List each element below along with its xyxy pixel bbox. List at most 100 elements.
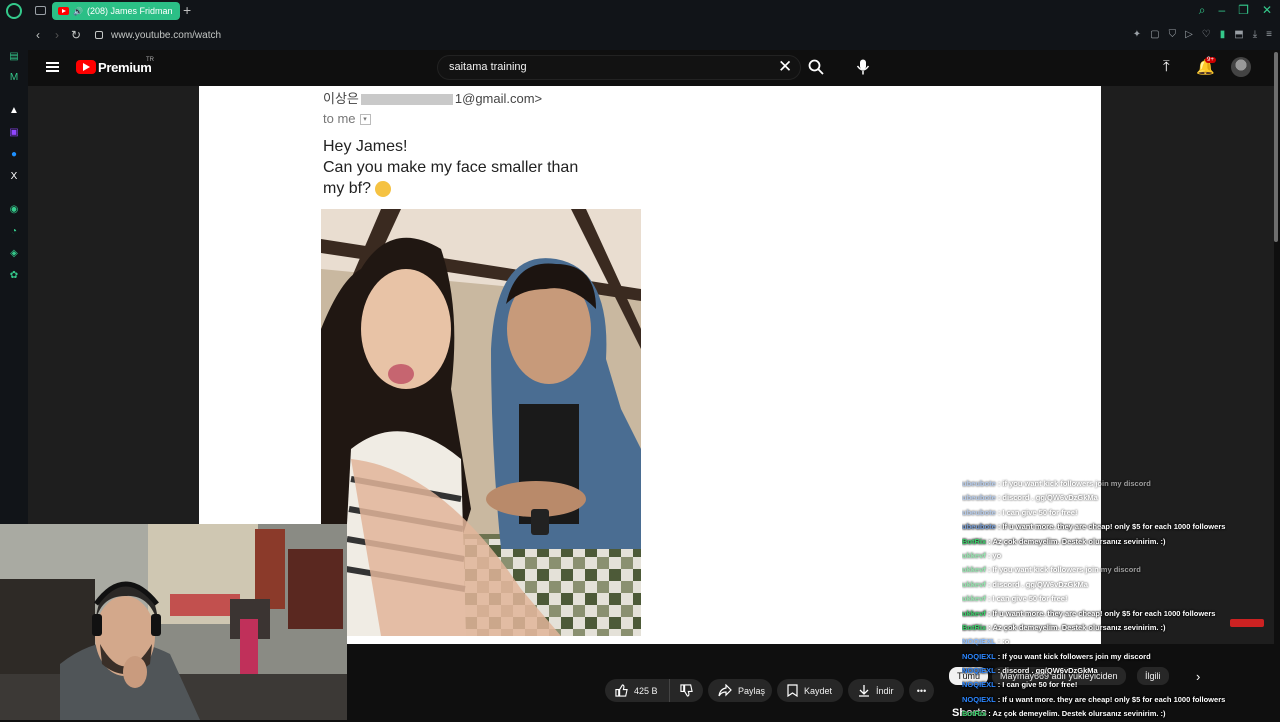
dislike-button[interactable] (669, 679, 703, 702)
vpn-icon[interactable]: ▮ (1220, 29, 1226, 40)
chat-username: BotRix (962, 709, 987, 719)
chat-username: ukkevf (962, 550, 986, 560)
chat-username: NOQIEXL (962, 651, 996, 661)
search-icon[interactable] (808, 59, 824, 75)
youtube-brand[interactable]: Premium (98, 60, 152, 75)
dropdown-arrow-icon: ▾ (359, 114, 371, 126)
thumbs-down-icon (680, 684, 693, 697)
chat-message: NOQIEXL : I can give 50 for free! (962, 678, 1280, 692)
settings-icon[interactable]: ✿ (8, 270, 20, 282)
chat-text: : I can give 50 for free! (985, 594, 1068, 604)
chat-message: ukkevf : I can give 50 for free! (962, 592, 1280, 606)
url-field[interactable]: www.youtube.com/watch (111, 30, 221, 41)
download-icon[interactable]: ⤓ (1253, 29, 1257, 40)
like-button[interactable]: 425 B (605, 679, 669, 702)
snapshot-icon[interactable]: ▢ (1150, 29, 1159, 40)
lock-icon[interactable] (95, 31, 103, 39)
wallet-icon[interactable]: ⬒ (1234, 29, 1243, 40)
clear-search-icon[interactable]: ✕ (778, 58, 792, 75)
bookmark-icon (787, 684, 798, 697)
sender-name: 이상은 (323, 91, 359, 106)
browser-tab-youtube[interactable]: 🔊 (208) James Fridman (52, 2, 180, 20)
chat-message: BotRix : Az çok demeyelim. Destek olursa… (962, 535, 1280, 549)
messenger-m-icon[interactable]: M (8, 72, 20, 84)
chat-text: : Az çok demeyelim. Destek olursanız sev… (986, 536, 1166, 546)
share-label: Paylaş (738, 685, 766, 696)
page-scrollbar[interactable] (1274, 52, 1278, 242)
hamburger-menu-icon[interactable] (46, 62, 59, 72)
sender-email: 1@gmail.com> (454, 91, 543, 106)
chat-username: BotRix (962, 536, 987, 546)
download-label: İndir (876, 685, 894, 696)
minimize-button[interactable]: – (1218, 3, 1225, 18)
chat-text: : yo (985, 550, 1002, 560)
browser-toolbar-icons: ✦ ▢ ⛉ ▷ ♡ ▮ ⬒ ⤓ ≡ (1133, 29, 1272, 40)
youtube-logo-icon[interactable] (76, 60, 96, 74)
chat-username: ukkevf (962, 594, 986, 604)
x-icon[interactable]: X (8, 171, 20, 183)
opera-logo-icon[interactable] (6, 3, 22, 19)
messenger-icon[interactable]: ● (8, 149, 20, 161)
chat-text: : I can give 50 for free! (995, 507, 1078, 517)
chat-message: ukkevf : yo (962, 549, 1280, 563)
tab-overview-icon[interactable] (35, 6, 46, 15)
chat-text: : If u want more. they are cheap! only $… (985, 608, 1216, 618)
twitch-icon[interactable]: ▣ (8, 127, 20, 139)
chat-message: NOQIEXL : :o (962, 635, 1280, 649)
region-code: TR (146, 57, 154, 63)
adblock-icon[interactable]: ⛉ (1169, 29, 1177, 40)
upload-icon[interactable]: ⤒ (1163, 58, 1170, 75)
new-tab-button[interactable]: + (183, 2, 191, 18)
chat-message: ubeubote : discord . gg/QW6vDzGkMa (962, 491, 1280, 505)
aria-icon[interactable]: ▲ (8, 105, 20, 117)
chat-username: ubeubote (962, 522, 996, 532)
chat-username: ubeubote (962, 493, 996, 503)
save-button[interactable]: Kaydet (777, 679, 843, 702)
speaker-icon[interactable]: 🔊 (73, 7, 83, 16)
search-value[interactable]: saitama training (449, 61, 527, 73)
email-line: Can you make my face smaller than (323, 159, 579, 176)
recipient-label: to me (323, 111, 356, 126)
maximize-button[interactable]: ❐ (1238, 3, 1249, 18)
chat-text: : if you want kick followers join my dis… (995, 479, 1151, 488)
history-icon[interactable]: ◔ (8, 226, 20, 238)
chat-text: : discord . gg/QW6vDzGkMa (995, 666, 1098, 676)
share-icon (718, 684, 732, 697)
share-button[interactable]: Paylaş (708, 679, 772, 702)
player-icon[interactable]: ◉ (8, 204, 20, 216)
chat-username: NOQIEXL (962, 637, 996, 647)
pin-icon[interactable]: ✦ (1133, 29, 1141, 40)
avatar[interactable] (1231, 57, 1251, 77)
reload-button[interactable]: ↻ (71, 28, 81, 42)
chat-message: ukkevf : If you want kick followers join… (962, 563, 1280, 577)
selfie-photo (321, 209, 641, 636)
chat-text: : If u want more. they are cheap! only $… (995, 694, 1226, 704)
chat-username: NOQIEXL (962, 666, 996, 676)
more-icon: ••• (916, 685, 927, 696)
redaction-blur (360, 94, 453, 106)
email-line: my bf? (323, 178, 578, 199)
chat-username: BotRix (962, 622, 987, 632)
youtube-favicon-icon (58, 7, 69, 15)
workspace-icon[interactable]: ▤ (8, 51, 20, 63)
close-window-button[interactable]: ✕ (1262, 3, 1272, 18)
forward-button[interactable]: › (55, 28, 59, 42)
menu-icon[interactable]: ≡ (1266, 29, 1272, 40)
search-tabs-icon[interactable]: ⌕ (1199, 3, 1206, 18)
heart-icon[interactable]: ♡ (1202, 29, 1211, 40)
download-button[interactable]: İndir (848, 679, 904, 702)
email-sender: 이상은 1@gmail.com> (323, 88, 542, 107)
microphone-icon[interactable] (856, 59, 870, 75)
crying-emoji-icon (375, 180, 392, 197)
chat-username: ukkevf (962, 579, 986, 589)
chat-text: : If you want kick followers join my dis… (995, 651, 1151, 661)
back-button[interactable]: ‹ (36, 28, 40, 42)
chat-username: ukkevf (962, 608, 986, 618)
chat-message: ubeubote : I can give 50 for free! (962, 506, 1280, 520)
download-arrow-icon (859, 685, 869, 697)
more-actions-button[interactable]: ••• (909, 679, 934, 702)
chat-message: ubeubote : if you want kick followers jo… (962, 477, 1280, 491)
chat-text: : If u want more. they are cheap! only $… (995, 522, 1226, 532)
play-icon[interactable]: ▷ (1185, 29, 1193, 40)
chat-icon[interactable]: ◈ (8, 248, 20, 260)
